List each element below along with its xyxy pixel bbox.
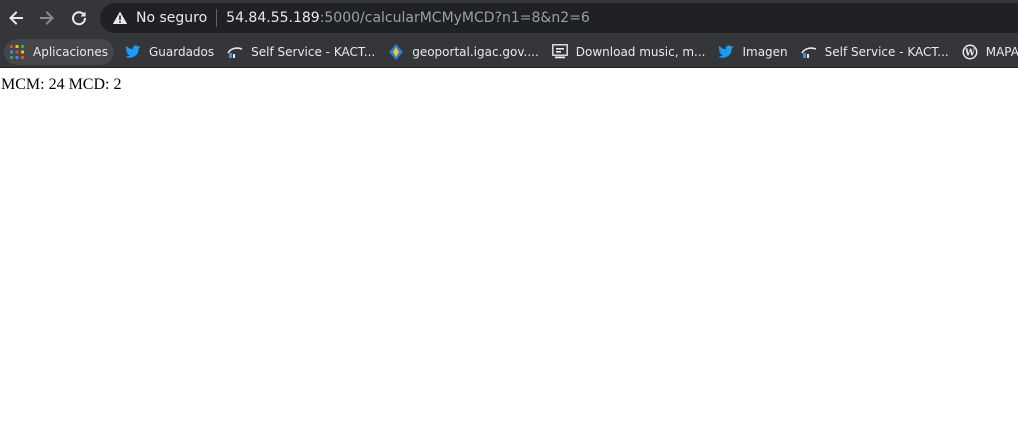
page-result-text: MCM: 24 MCD: 2: [1, 76, 122, 93]
address-bar[interactable]: No seguro 54.84.55.189:5000/calcularMCMy…: [100, 3, 1018, 33]
download-music-icon: [551, 44, 568, 60]
bookmark-label: Aplicaciones: [33, 44, 108, 59]
self-service-icon: [227, 44, 243, 60]
bookmark-label: Self Service - KACT...: [824, 44, 949, 59]
back-button[interactable]: [5, 7, 27, 29]
wordpress-icon: W: [962, 44, 978, 60]
self-service-icon: [800, 44, 817, 60]
bookmark-apps[interactable]: Aplicaciones: [4, 38, 114, 65]
reload-icon: [72, 11, 87, 26]
reload-button[interactable]: [68, 7, 90, 29]
url-path[interactable]: :5000/calcularMCMyMCD?n1=8&n2=6: [320, 10, 590, 26]
bookmark-self-service-2[interactable]: Self Service - KACT...: [796, 39, 957, 65]
geoportal-icon: [388, 43, 404, 60]
browser-toolbar: No seguro 54.84.55.189:5000/calcularMCMy…: [0, 0, 1018, 36]
bookmark-self-service-1[interactable]: Self Service - KACT...: [222, 39, 383, 65]
warning-icon[interactable]: [112, 10, 128, 26]
svg-text:W: W: [964, 48, 976, 58]
omnibox-divider: [216, 9, 218, 27]
forward-button[interactable]: [36, 7, 58, 29]
bookmark-label: Download music, m...: [575, 44, 706, 59]
bookmark-guardados[interactable]: Guardados: [120, 39, 222, 65]
apps-grid-icon: [9, 44, 25, 60]
url-host[interactable]: 54.84.55.189: [226, 10, 320, 26]
back-arrow-icon: [9, 11, 23, 25]
twitter-bird-icon: [718, 44, 734, 60]
bookmark-label: Imagen: [742, 44, 788, 59]
forward-arrow-icon: [40, 11, 54, 25]
bookmark-label: Self Service - KACT...: [251, 44, 376, 59]
bookmark-download-music[interactable]: Download music, m...: [547, 39, 714, 65]
twitter-bird-icon: [124, 44, 141, 60]
bookmark-label: MAPAS | LA GRA: [985, 44, 1018, 59]
bookmarks-bar: Aplicaciones Guardados Self Service - KA…: [0, 36, 1018, 68]
bookmark-geoportal[interactable]: geoportal.igac.gov....: [383, 39, 547, 65]
bookmark-label: geoportal.igac.gov....: [412, 44, 539, 59]
security-label[interactable]: No seguro: [136, 10, 207, 26]
bookmark-label: Guardados: [148, 44, 215, 59]
bookmark-imagen[interactable]: Imagen: [713, 39, 795, 65]
bookmark-mapas[interactable]: W MAPAS | LA GRA: [957, 39, 1018, 65]
